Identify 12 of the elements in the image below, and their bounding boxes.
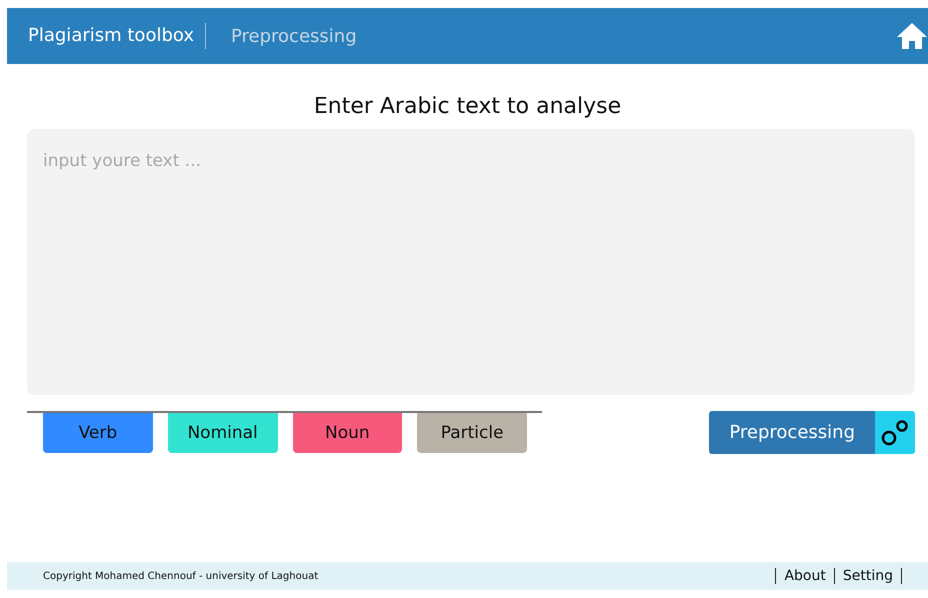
brand-title[interactable]: Plagiarism toolbox — [28, 23, 206, 49]
home-icon[interactable] — [896, 22, 928, 50]
tag-label[interactable]: Noun — [292, 413, 402, 453]
preprocessing-button[interactable]: Preprocessing — [709, 411, 915, 454]
footer-link[interactable]: Setting — [834, 568, 902, 584]
copyright-text: Copyright Mohamed Chennouf - university of Laghouat — [43, 570, 318, 582]
page-heading: Enter Arabic text to analyse — [312, 94, 622, 119]
text-input[interactable]: input youre text ... — [27, 129, 915, 395]
tag-label[interactable]: Verb — [43, 413, 153, 453]
tag-label[interactable]: Nominal — [168, 413, 278, 453]
footer-link[interactable]: About — [776, 568, 835, 584]
tag-label[interactable]: Particle — [417, 413, 527, 453]
